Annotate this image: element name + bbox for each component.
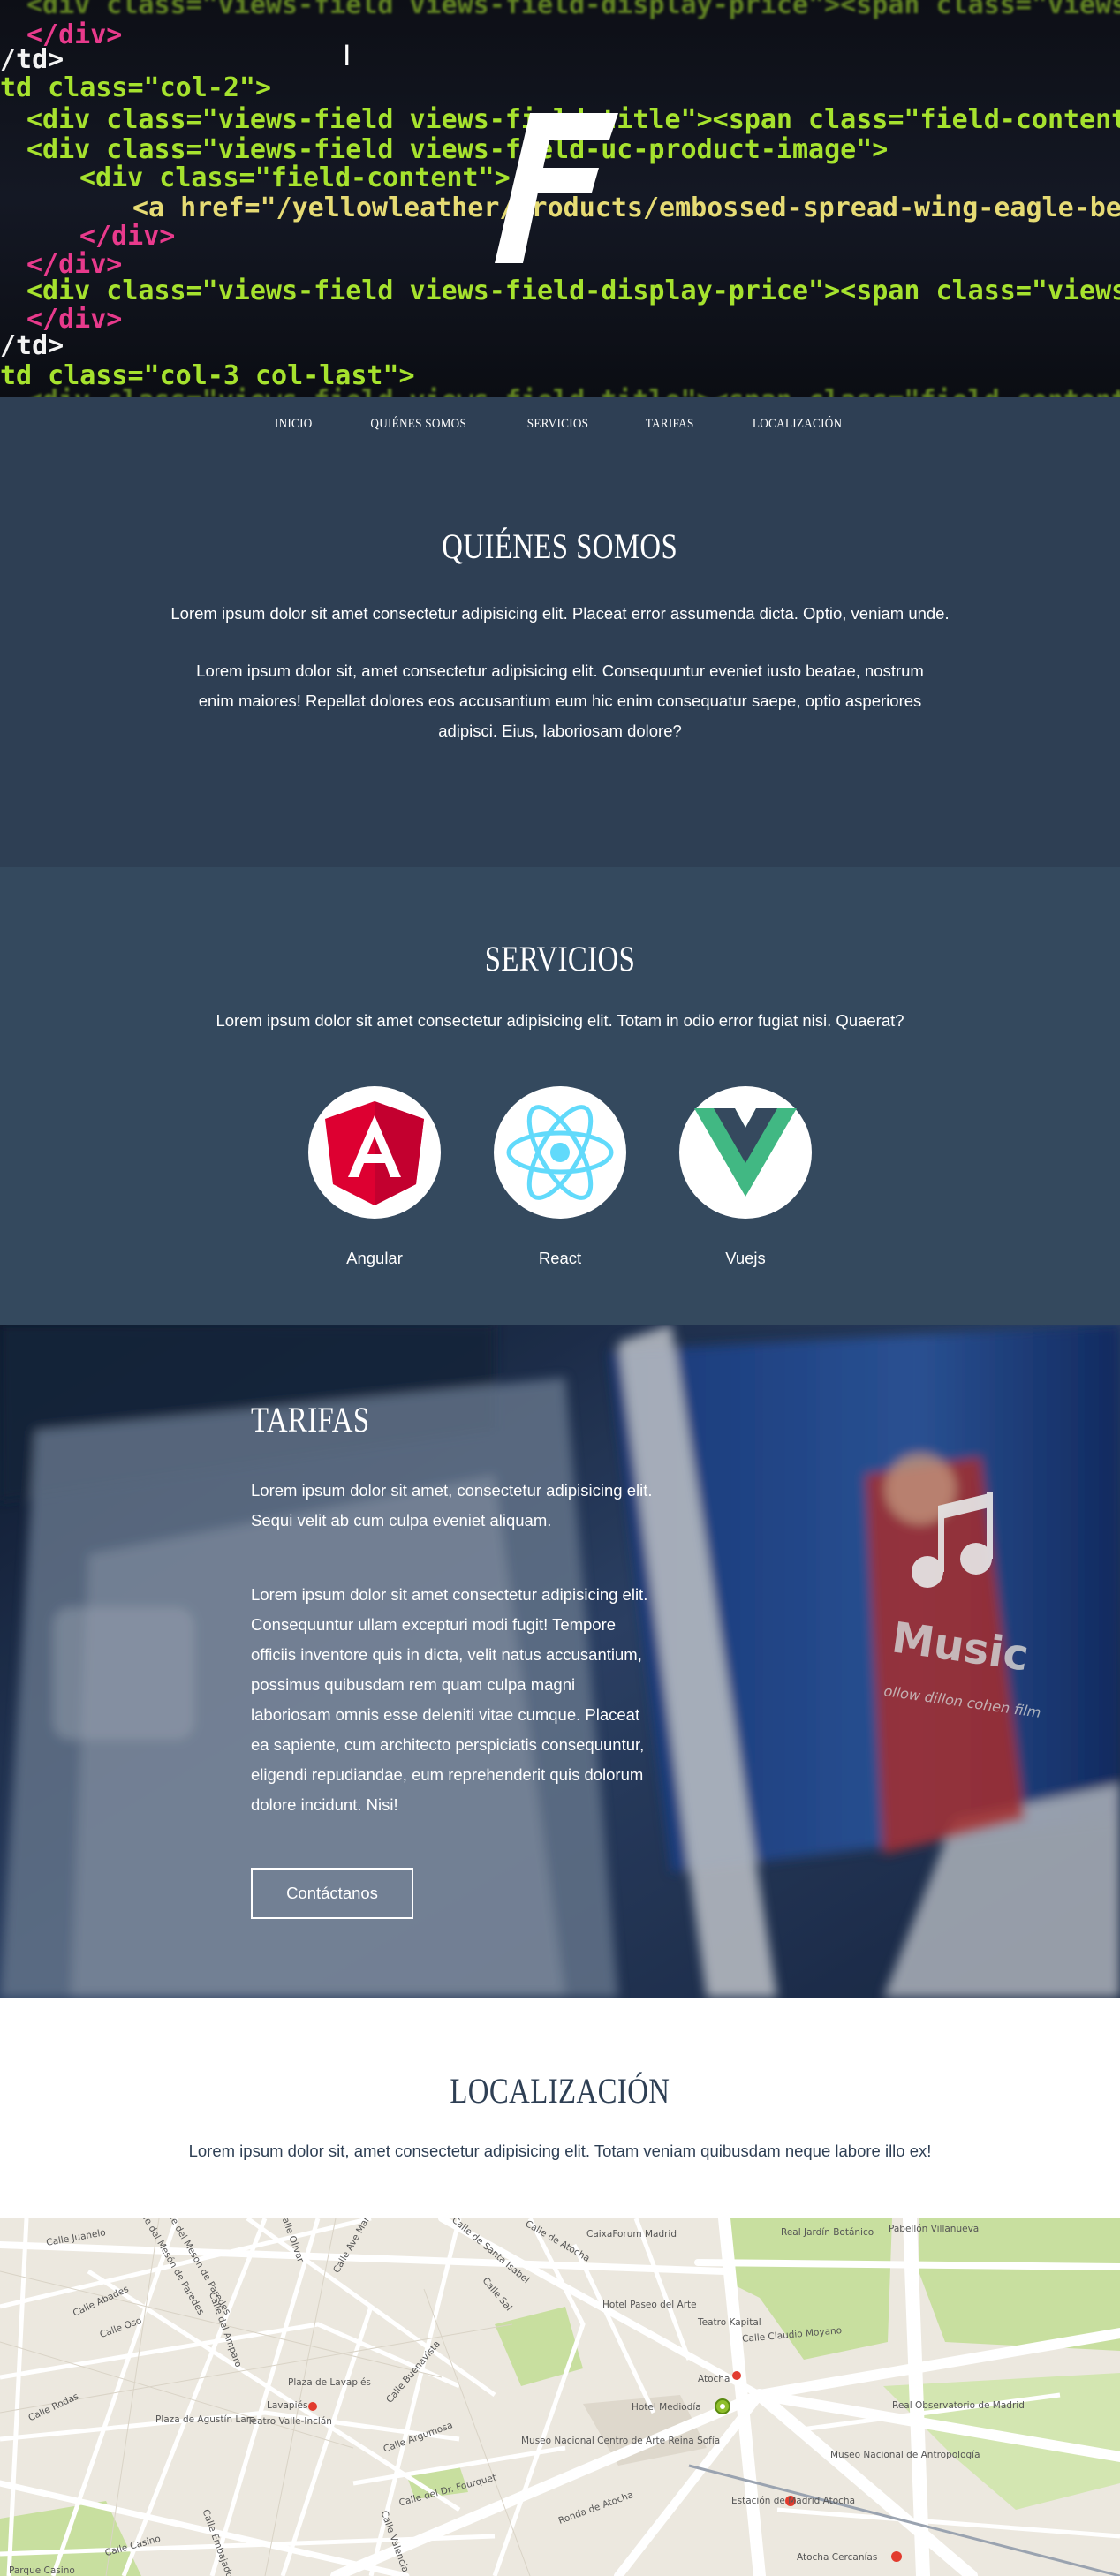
- nav-item-servicios[interactable]: SERVICIOS: [505, 417, 610, 432]
- services-list: Angular React Vuejs: [0, 1086, 1120, 1268]
- map-label: Lavapiés: [267, 2400, 308, 2411]
- logo-icon: [495, 113, 618, 263]
- service-circle: [308, 1086, 441, 1219]
- map-label: Plaza de Lavapiés: [288, 2377, 371, 2388]
- map-label: Museo Nacional de Antropología: [830, 2450, 980, 2460]
- map-label: Parque Casino: [9, 2565, 75, 2576]
- service-angular[interactable]: Angular: [308, 1086, 441, 1268]
- service-circle: [494, 1086, 626, 1219]
- about-paragraph-1: Lorem ipsum dolor sit amet consectetur a…: [170, 604, 950, 623]
- code-line: <div class="views-field views-field-disp…: [26, 0, 1120, 20]
- nav-item-inicio[interactable]: INICIO: [253, 417, 334, 432]
- pricing-title: TARIFAS: [251, 1400, 370, 1439]
- map-label: Hotel Mediodía: [632, 2402, 701, 2413]
- map-label: Museo Nacional Centro de Arte Reina Sofí…: [521, 2436, 721, 2446]
- contact-button[interactable]: Contáctanos: [251, 1868, 413, 1919]
- service-label: Vuejs: [725, 1249, 766, 1267]
- pricing-paragraph-1: Lorem ipsum dolor sit amet, consectetur …: [251, 1481, 653, 1530]
- services-title: SERVICIOS: [484, 939, 636, 978]
- pricing-paragraph-2: Lorem ipsum dolor sit amet consectetur a…: [251, 1585, 648, 1814]
- nav-item-localizacion[interactable]: LOCALIZACIÓN: [730, 417, 864, 432]
- code-line: /td>: [0, 330, 64, 361]
- code-line: /td>: [0, 44, 64, 75]
- map-label: Plaza de Agustín Lara: [155, 2414, 256, 2425]
- vue-icon: [694, 1108, 797, 1197]
- location-section: LOCALIZACIÓN Lorem ipsum dolor sit, amet…: [0, 1998, 1120, 2218]
- code-line: td class="col-2">: [0, 72, 272, 103]
- service-label: React: [538, 1249, 582, 1267]
- service-vue[interactable]: Vuejs: [679, 1086, 812, 1268]
- text-cursor-icon: Ⅰ: [343, 39, 352, 72]
- map-label: Hotel Paseo del Arte: [602, 2300, 697, 2310]
- map-label: Estación de Madrid Atocha: [731, 2496, 856, 2506]
- map-label: Teatro Valle-Inclán: [247, 2416, 332, 2427]
- service-circle: [679, 1086, 812, 1219]
- services-paragraph: Lorem ipsum dolor sit amet consectetur a…: [216, 1011, 904, 1030]
- location-paragraph: Lorem ipsum dolor sit, amet consectetur …: [188, 2142, 932, 2160]
- nav-item-quienes-somos[interactable]: QUIÉNES SOMOS: [349, 417, 488, 432]
- code-line: </div>: [79, 221, 176, 252]
- service-label: Angular: [346, 1249, 403, 1267]
- map-label: Real Observatorio de Madrid: [892, 2400, 1025, 2411]
- map-label: Real Jardín Botánico: [781, 2227, 874, 2238]
- code-line: <div class="views-field views-field-disp…: [26, 276, 1120, 306]
- map-label: Pabellón Villanueva: [889, 2224, 980, 2234]
- map-label: Atocha Cercanías: [797, 2552, 878, 2563]
- location-title: LOCALIZACIÓN: [450, 2071, 670, 2111]
- code-line: <div class="field-content">: [79, 162, 511, 193]
- map-label: CaixaForum Madrid: [586, 2229, 677, 2240]
- angular-icon: [325, 1101, 424, 1205]
- pricing-section: Music ollow dillon cohen film TARIFAS Lo…: [0, 1325, 1120, 1998]
- main-nav: INICIO QUIÉNES SOMOS SERVICIOS TARIFAS L…: [0, 397, 1120, 450]
- map-label: Teatro Kapital: [698, 2317, 761, 2328]
- react-icon: [506, 1105, 614, 1200]
- services-section: SERVICIOS Lorem ipsum dolor sit amet con…: [0, 867, 1120, 1325]
- service-react[interactable]: React: [494, 1086, 626, 1268]
- about-title: QUIÉNES SOMOS: [442, 526, 678, 566]
- map-label: Atocha: [698, 2374, 730, 2384]
- code-line: <div class="views-field views-field-titl…: [26, 385, 1120, 397]
- about-section: QUIÉNES SOMOS Lorem ipsum dolor sit amet…: [0, 450, 1120, 867]
- pricing-content: TARIFAS Lorem ipsum dolor sit amet, cons…: [251, 1399, 657, 1919]
- hero-banner: <div class="views-field views-field-disp…: [0, 0, 1120, 397]
- map-embed[interactable]: Calle Juanelo Calle del Mesón de Paredes C…: [0, 2218, 1120, 2576]
- nav-item-tarifas[interactable]: TARIFAS: [624, 417, 715, 432]
- about-paragraph-2: Lorem ipsum dolor sit, amet consectetur …: [196, 661, 924, 740]
- code-line: <div class="views-field views-field-uc-p…: [26, 134, 889, 165]
